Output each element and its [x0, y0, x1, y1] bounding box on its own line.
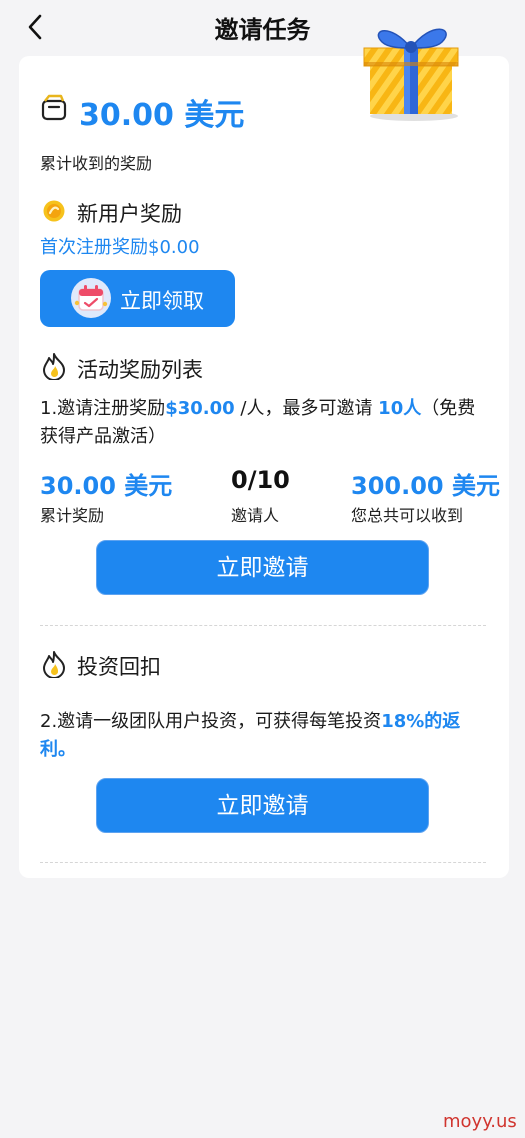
activity-rule-mid: /人，最多可邀请 — [234, 398, 379, 419]
investment-title: 投资回扣 — [77, 655, 161, 679]
total-amount-label: 累计收到的奖励 — [40, 154, 153, 173]
activity-rule: 1.邀请注册奖励$30.00 /人，最多可邀请 10人（免费获得产品激活） — [40, 395, 490, 451]
activity-title: 活动奖励列表 — [77, 358, 203, 382]
invite-button-registration[interactable]: 立即邀请 — [96, 540, 429, 595]
watermark: moyy.us — [443, 1111, 517, 1132]
activity-rule-prefix: 1.邀请注册奖励 — [40, 398, 166, 419]
investment-rule: 2.邀请一级团队用户投资，可获得每笔投资18%的返利。 — [40, 708, 490, 764]
stat-invited-label: 邀请人 — [231, 506, 280, 525]
total-amount: 30.00 美元 — [79, 98, 245, 133]
new-user-title: 新用户奖励 — [77, 202, 182, 226]
wallet-icon — [40, 94, 68, 122]
coin-icon — [42, 199, 66, 223]
stat-total-reward-value: 30.00 美元 — [40, 472, 173, 500]
flame-icon — [40, 650, 68, 679]
gift-box-icon — [360, 12, 464, 124]
invite-button-investment[interactable]: 立即邀请 — [96, 778, 429, 833]
activity-rule-amount: $30.00 — [165, 398, 235, 419]
stat-invited-value: 0/10 — [231, 466, 290, 494]
stat-max-reward-value: 300.00 美元 — [351, 472, 500, 500]
flame-icon — [40, 352, 68, 381]
calendar-mascot-icon — [70, 277, 112, 319]
claim-button[interactable]: 立即领取 — [40, 270, 235, 327]
new-user-desc: 首次注册奖励$0.00 — [40, 237, 200, 258]
section-divider — [40, 625, 486, 626]
stat-total-reward-label: 累计奖励 — [40, 506, 105, 525]
investment-rule-prefix: 2.邀请一级团队用户投资，可获得每笔投资 — [40, 711, 382, 732]
invite-card: 30.00 美元 累计收到的奖励 新用户奖励 首次注册奖励$0.00 立即领取 — [19, 56, 509, 878]
claim-button-label: 立即领取 — [120, 289, 204, 313]
activity-rule-people: 10人 — [378, 398, 422, 419]
section-divider — [40, 862, 486, 863]
stat-max-reward-label: 您总共可以收到 — [351, 506, 464, 525]
